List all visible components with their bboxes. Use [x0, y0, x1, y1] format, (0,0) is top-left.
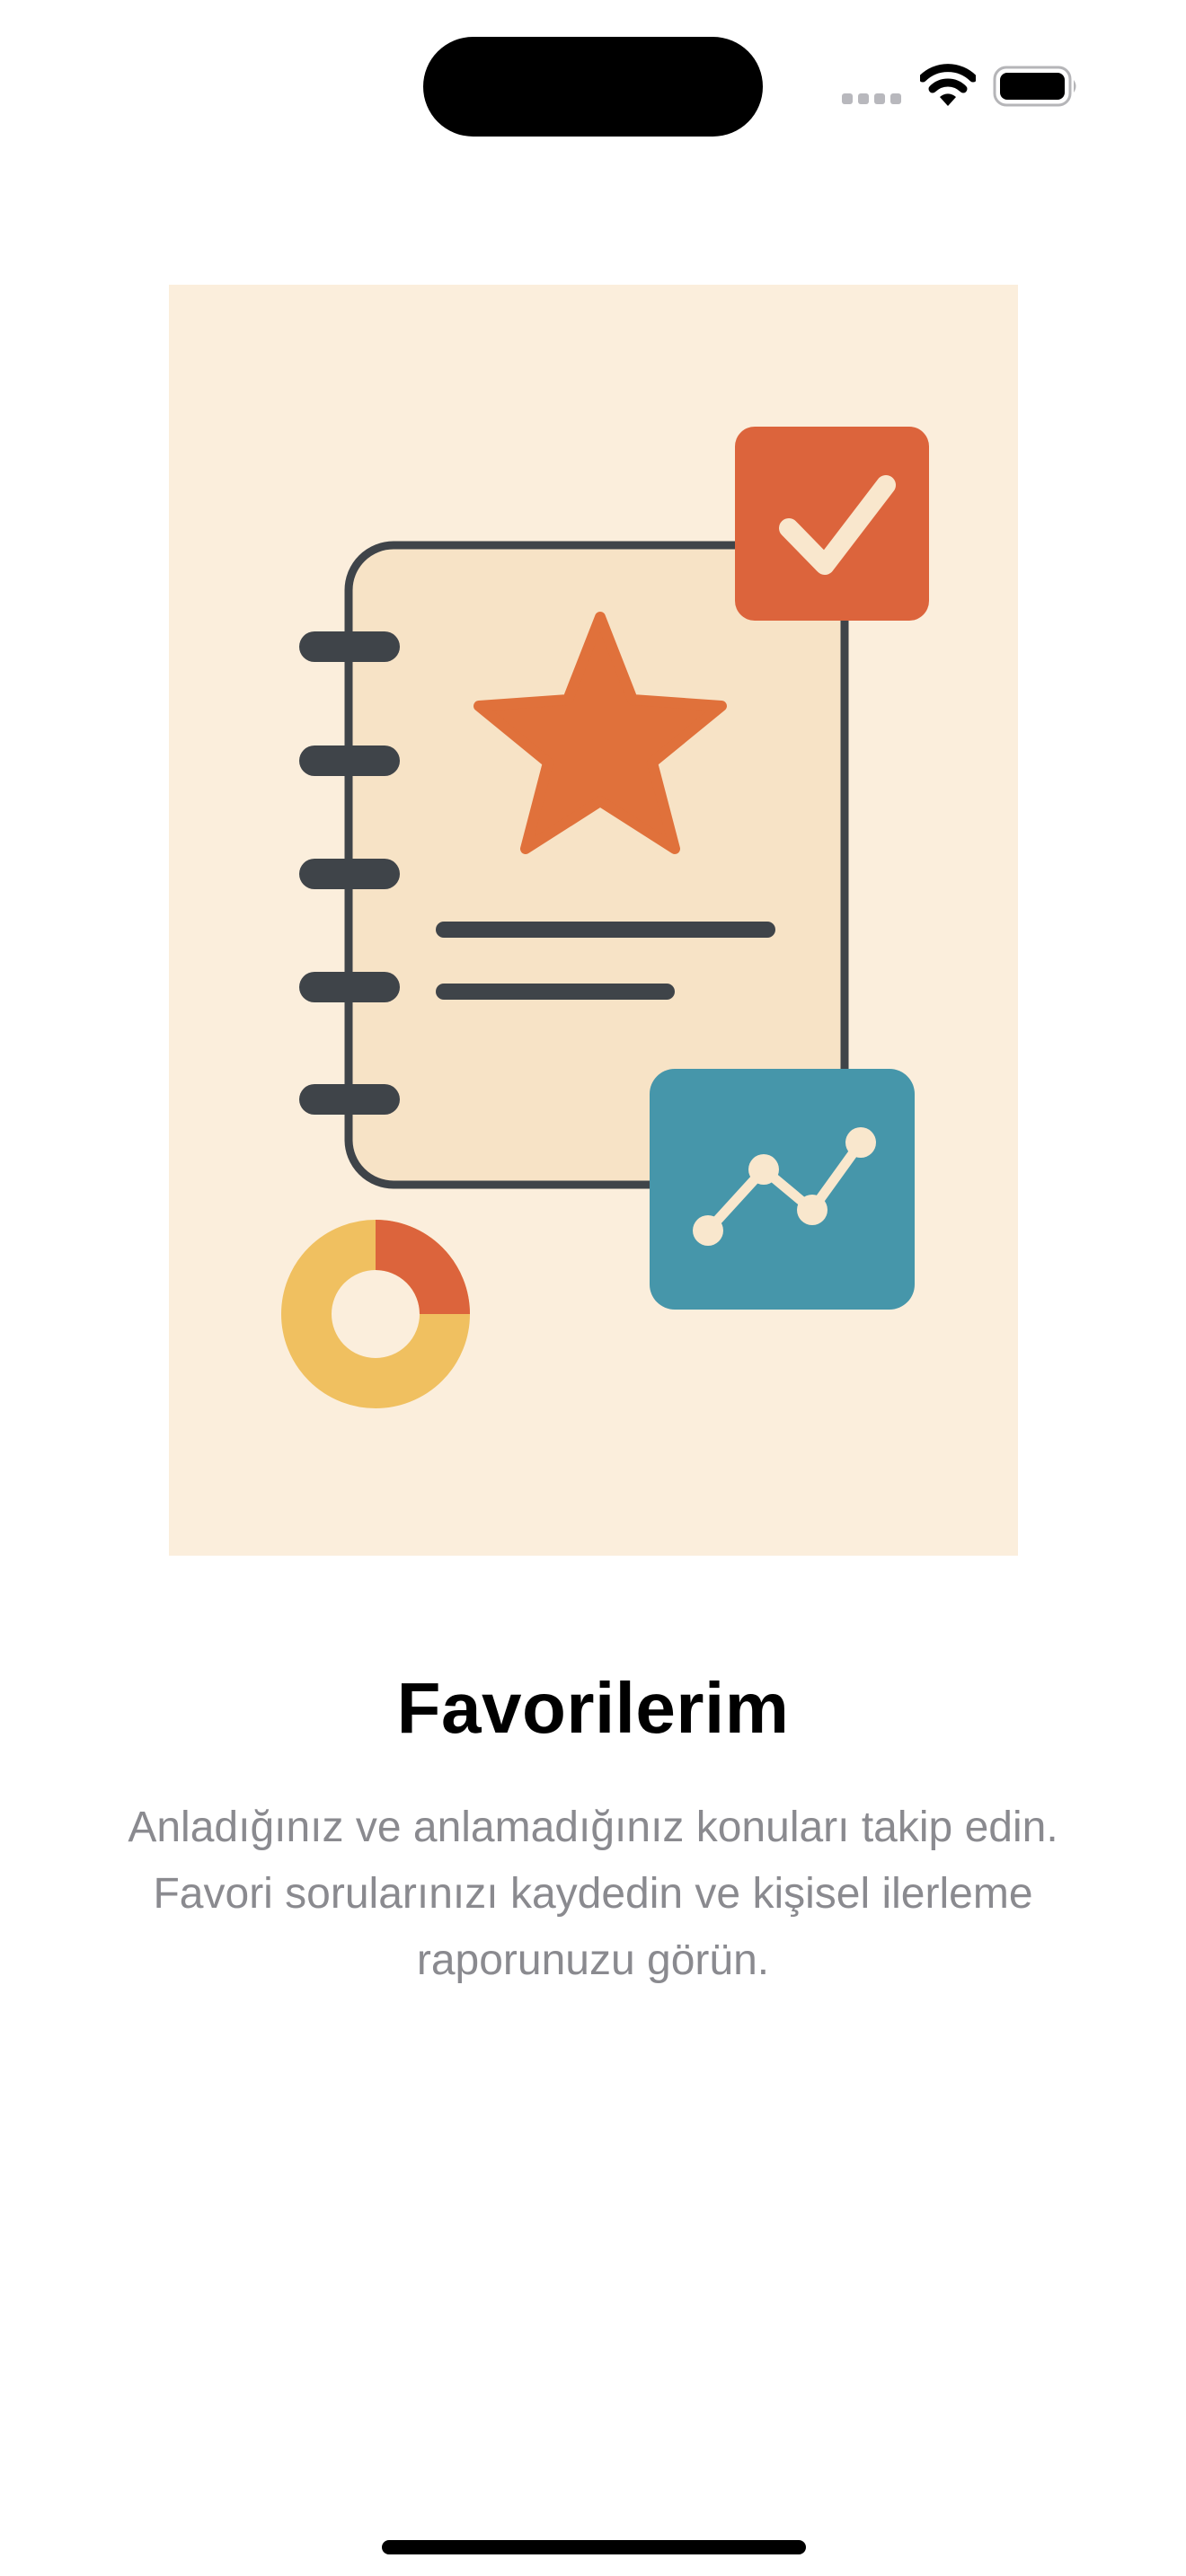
signal-icon	[842, 93, 901, 106]
onboarding-screen: Favorilerim Anladığınız ve anlamadığınız…	[0, 0, 1186, 2576]
wifi-icon	[920, 64, 976, 106]
page-title: Favorilerim	[396, 1668, 790, 1748]
page-description: Anladığınız ve anlamadığınız konuları ta…	[128, 1804, 1058, 1984]
line-chart-icon	[650, 1069, 915, 1310]
dynamic-island	[423, 37, 763, 137]
battery-icon	[993, 66, 1076, 107]
home-indicator[interactable]	[382, 2540, 806, 2554]
checkmark-icon	[735, 427, 929, 621]
favorites-illustration	[169, 285, 1018, 1556]
